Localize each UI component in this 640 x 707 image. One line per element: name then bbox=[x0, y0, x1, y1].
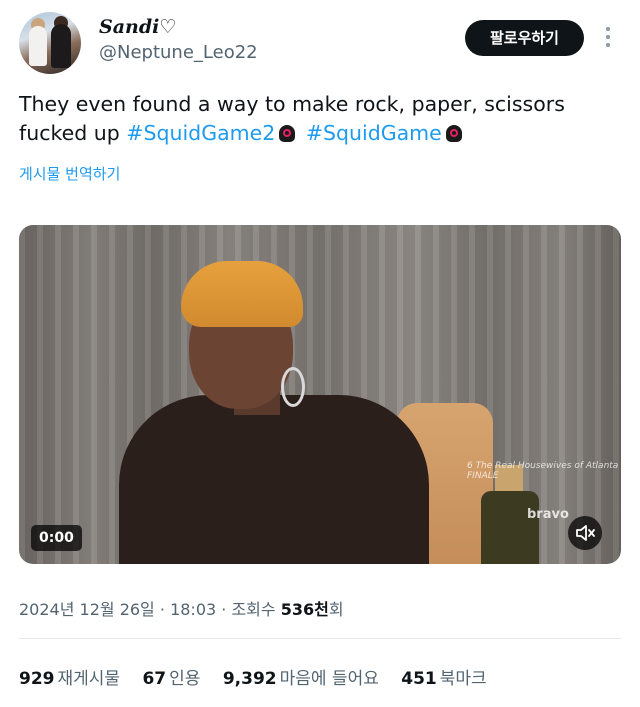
hashtag-link[interactable]: #SquidGame bbox=[306, 121, 442, 145]
avatar-photo-figure bbox=[29, 26, 47, 66]
quotes-stat[interactable]: 67 인용 bbox=[142, 664, 200, 689]
reposts-stat[interactable]: 929 재게시물 bbox=[19, 664, 120, 689]
display-name[interactable]: Sandi♡ bbox=[99, 16, 176, 38]
avatar[interactable] bbox=[19, 12, 81, 74]
mute-button[interactable] bbox=[568, 516, 602, 550]
engagement-stats: 929 재게시물 67 인용 9,392 마음에 들어요 451 북마크 bbox=[19, 664, 504, 689]
likes-label: 마음에 들어요 bbox=[279, 669, 379, 689]
video-player[interactable]: 6 The Real Housewives of Atlanta FINALE … bbox=[19, 225, 621, 564]
quotes-count: 67 bbox=[142, 669, 167, 689]
divider bbox=[19, 638, 621, 639]
views-suffix: 회 bbox=[328, 600, 344, 619]
video-watermark: 6 The Real Housewives of Atlanta FINALE bbox=[467, 461, 619, 481]
avatar-photo-figure bbox=[51, 24, 71, 68]
video-frame-bottle bbox=[481, 491, 539, 564]
video-frame-person bbox=[119, 395, 429, 564]
post-date[interactable]: 2024년 12월 26일 bbox=[19, 600, 155, 619]
tweet-text-line: fucked up bbox=[19, 121, 127, 145]
hashtag-link[interactable]: #SquidGame2 bbox=[126, 121, 275, 145]
bookmarks-count: 451 bbox=[401, 669, 437, 689]
video-frame-earring bbox=[281, 367, 305, 407]
translate-post-link[interactable]: 게시물 번역하기 bbox=[19, 163, 120, 184]
channel-logo: bravo bbox=[527, 507, 569, 522]
video-time-badge: 0:00 bbox=[31, 525, 82, 551]
views-label: 조회수 bbox=[231, 600, 276, 619]
tweet-header: Sandi♡ @Neptune_Leo22 팔로우하기 bbox=[0, 0, 640, 84]
more-options-icon[interactable] bbox=[600, 24, 616, 52]
tweet-text: They even found a way to make rock, pape… bbox=[19, 90, 619, 148]
likes-count: 9,392 bbox=[222, 669, 277, 689]
user-handle[interactable]: @Neptune_Leo22 bbox=[99, 42, 258, 63]
reposts-label: 재게시물 bbox=[57, 669, 121, 689]
tweet-meta: 2024년 12월 26일 · 18:03 · 조회수 536천회 bbox=[19, 596, 344, 620]
meta-separator: · bbox=[159, 600, 165, 619]
reposts-count: 929 bbox=[19, 669, 55, 689]
muted-speaker-icon bbox=[576, 525, 595, 541]
post-time[interactable]: 18:03 bbox=[170, 600, 216, 619]
meta-separator: · bbox=[221, 600, 227, 619]
video-frame-person bbox=[181, 261, 303, 327]
likes-stat[interactable]: 9,392 마음에 들어요 bbox=[223, 664, 379, 689]
quotes-label: 인용 bbox=[169, 669, 201, 689]
bookmarks-label: 북마크 bbox=[439, 669, 487, 689]
squid-game-guard-emoji-icon bbox=[445, 125, 462, 142]
views-count: 536천 bbox=[280, 600, 329, 619]
squid-game-guard-emoji-icon bbox=[279, 125, 296, 142]
bookmarks-stat[interactable]: 451 북마크 bbox=[401, 664, 486, 689]
tweet-text-line: They even found a way to make rock, pape… bbox=[19, 92, 565, 116]
follow-button[interactable]: 팔로우하기 bbox=[465, 20, 584, 56]
